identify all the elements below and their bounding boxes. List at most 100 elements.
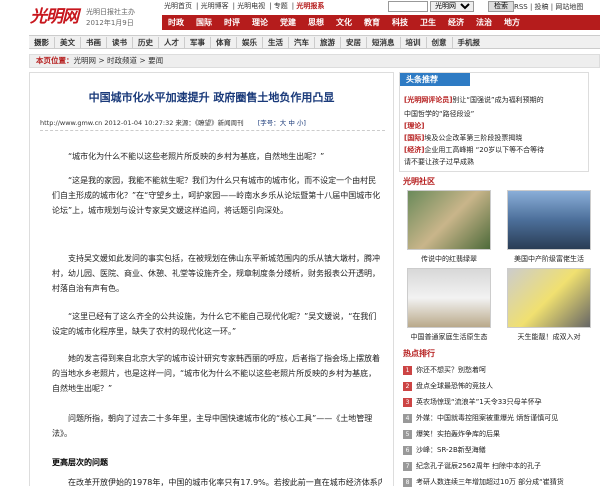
ranking-item[interactable]: 6 沙峰：SR-2B新型海鳝: [403, 445, 486, 455]
rss-links[interactable]: RSS | 投稿 | 网站地图: [514, 2, 583, 12]
nav-item[interactable]: 时评: [218, 17, 246, 28]
nav-item[interactable]: 文化: [330, 17, 358, 28]
community-title: 光明社区: [403, 177, 435, 186]
subnav-item[interactable]: 旅游: [315, 36, 341, 48]
toplink-press[interactable]: 光明报系: [296, 2, 324, 10]
ranking-title: 热点排行: [403, 349, 435, 358]
nav-item[interactable]: 科技: [386, 17, 414, 28]
ranking-text: 英农场惊现“流浪羊”1天令33只母羊怀孕: [416, 398, 542, 406]
headline-title: 头条推荐: [400, 73, 470, 86]
photo-home[interactable]: [407, 268, 491, 328]
photo-caption[interactable]: 天生能靓！成双入对: [503, 332, 595, 342]
photo-family[interactable]: [507, 190, 591, 250]
ranking-text: 外媒：中国就毒控阻案被重爆光 炳哲谨慎可见: [416, 414, 559, 422]
subnav-item[interactable]: 手机报: [453, 37, 486, 48]
site-logo[interactable]: 光明网 光明日报社主办 2012年1月9日: [30, 2, 138, 30]
nav-item[interactable]: 卫生: [414, 17, 442, 28]
ranking-item[interactable]: 2 盘点全球最恐怖的竞技人: [403, 381, 493, 391]
nav-item[interactable]: 经济: [442, 17, 470, 28]
nav-item[interactable]: 地方: [498, 17, 526, 28]
top-links: 光明首页 | 光明博客 | 光明电视 | 专题 | 光明报系: [164, 2, 325, 10]
article-paragraph: “城市化为什么不能以这些老照片所反映的乡村为基底，自然地生出呢？”: [68, 152, 325, 161]
subnav-item[interactable]: 摄影: [29, 36, 55, 48]
headline-item[interactable]: 请不要让孩子过早成熟: [404, 157, 474, 167]
photo-birds[interactable]: [507, 268, 591, 328]
article-meta: http://www.gmw.cn 2012-01-04 10:27:32 来源…: [40, 117, 385, 131]
ranking-text: 考研人数连续三年增加超过10万 部分成“崔猜货: [416, 478, 564, 486]
headline-item[interactable]: 中国哲学的“路径段设”: [404, 109, 474, 119]
ranking-text: 爆笑！实拍轰炸争库的后果: [416, 430, 500, 438]
headline-tag: [理论]: [404, 122, 425, 130]
subnav-item[interactable]: 人才: [159, 36, 185, 48]
headline-box: 头条推荐 [光明网评论员]别让“国强说”成为福利预期的 中国哲学的“路径段设” …: [399, 72, 589, 172]
toplink-tv[interactable]: 光明电视: [237, 2, 265, 10]
rank-number-icon: 7: [403, 462, 412, 471]
article-panel: 中国城市化水平加速提升 政府圈售土地负作用凸显 http://www.gmw.c…: [29, 72, 394, 486]
subnav-item[interactable]: 培训: [401, 36, 427, 48]
article-paragraph: 问题所指，朝向了过去二十多年里，主导中国快速城市化的“核心工具”——《土地管理法…: [52, 414, 373, 438]
ranking-item[interactable]: 7 纪念孔子诞辰2562周年 扫除中本的孔子: [403, 461, 541, 471]
nav-item[interactable]: 国际: [190, 17, 218, 28]
headline-text: 中国哲学的“路径段设”: [404, 110, 475, 118]
ranking-item[interactable]: 4 外媒：中国就毒控阻案被重爆光 炳哲谨慎可见: [403, 413, 558, 423]
nav-item[interactable]: 教育: [358, 17, 386, 28]
nav-item[interactable]: 党建: [274, 17, 302, 28]
article-title: 中国城市化水平加速提升 政府圈售土地负作用凸显: [88, 91, 335, 104]
sub-nav: 摄影 美文 书画 读书 历史 人才 军事 体育 娱乐 生活 汽车 旅游 安居 短…: [29, 35, 600, 49]
subnav-item[interactable]: 娱乐: [237, 36, 263, 48]
search-button[interactable]: 检索: [488, 1, 514, 12]
subnav-item[interactable]: 短消息: [367, 36, 401, 48]
sidebar: 头条推荐 [光明网评论员]别让“国强说”成为福利预期的 中国哲学的“路径段设” …: [399, 72, 600, 487]
subnav-item[interactable]: 读书: [107, 36, 133, 48]
toplink-blog[interactable]: 光明博客: [201, 2, 229, 10]
subnav-item[interactable]: 汽车: [289, 36, 315, 48]
ranking-item[interactable]: 3 英农场惊现“流浪羊”1天令33只母羊怀孕: [403, 397, 542, 407]
headline-tag: [光明网评论员]: [404, 96, 453, 104]
nav-item[interactable]: 思想: [302, 17, 330, 28]
subnav-item[interactable]: 生活: [263, 36, 289, 48]
rank-number-icon: 2: [403, 382, 412, 391]
ranking-text: 你还不想买？别愁着呵: [416, 366, 486, 374]
toplink-home[interactable]: 光明首页: [164, 2, 192, 10]
headline-item[interactable]: [国际]埃及公企改革第三阶段投票揭晓: [404, 133, 522, 143]
ranking-item[interactable]: 5 爆笑！实拍轰炸争库的后果: [403, 429, 500, 439]
main-nav: 时政 国际 时评 理论 党建 思想 文化 教育 科技 卫生 经济 法治 地方: [162, 15, 600, 30]
ranking-text: 盘点全球最恐怖的竞技人: [416, 382, 493, 390]
photo-caption[interactable]: 中国普通家庭生活原生态: [403, 332, 495, 342]
subnav-item[interactable]: 军事: [185, 36, 211, 48]
rank-number-icon: 5: [403, 430, 412, 439]
article-paragraph: 她的发言得到来自北京大学的城市设计研究专家韩西丽的呼应，后者指了指会场上摆放着的…: [52, 354, 380, 393]
ranking-text: 纪念孔子诞辰2562周年 扫除中本的孔子: [416, 462, 542, 470]
toplink-topics[interactable]: 专题: [274, 2, 288, 10]
subnav-item[interactable]: 历史: [133, 36, 159, 48]
photo-caption[interactable]: 美国中产阶级富佬生活: [503, 254, 595, 264]
nav-item[interactable]: 法治: [470, 17, 498, 28]
subnav-item[interactable]: 美文: [55, 36, 81, 48]
font-size-control[interactable]: [字号：大 中 小]: [258, 119, 306, 127]
headline-tag: [国际]: [404, 134, 425, 142]
breadcrumb-label: 本页位置：: [36, 56, 74, 65]
ranking-item[interactable]: 1 你还不想买？别愁着呵: [403, 365, 486, 375]
breadcrumb-path[interactable]: 光明网 > 时政频道 > 要闻: [74, 56, 164, 65]
headline-text: 企业用工高峰期 “20岁以下等不合等待: [424, 146, 545, 154]
photo-jade[interactable]: [407, 190, 491, 250]
rank-number-icon: 3: [403, 398, 412, 407]
search-input[interactable]: [388, 1, 428, 12]
subnav-item[interactable]: 创意: [427, 36, 453, 48]
nav-item[interactable]: 时政: [162, 17, 190, 28]
headline-text: 埃及公企改革第三阶段投票揭晓: [424, 134, 523, 142]
headline-text: 请不要让孩子过早成熟: [404, 158, 474, 166]
article-paragraph: “这里已经有了这么齐全的公共设施，为什么它不能自己现代化呢？”吴文媛说，“在我们…: [52, 312, 377, 336]
subnav-item[interactable]: 安居: [341, 36, 367, 48]
headline-item[interactable]: [理论]: [404, 121, 424, 131]
photo-caption[interactable]: 传说中的红翡绿翠: [403, 254, 495, 264]
subnav-item[interactable]: 体育: [211, 36, 237, 48]
nav-item[interactable]: 理论: [246, 17, 274, 28]
headline-item[interactable]: [光明网评论员]别让“国强说”成为福利预期的: [404, 95, 544, 105]
subnav-item[interactable]: 书画: [81, 36, 107, 48]
brand-tagline: 光明日报社主办: [86, 8, 135, 16]
article-paragraph: 在改革开放伊始的1978年，中国的城市化率只有17.9%。若按此前一直在城市经济…: [68, 478, 382, 486]
headline-item[interactable]: [经济]企业用工高峰期 “20岁以下等不合等待: [404, 145, 544, 155]
search-scope-select[interactable]: 光明网: [430, 1, 474, 12]
brand-mark: 光明网: [30, 7, 79, 27]
